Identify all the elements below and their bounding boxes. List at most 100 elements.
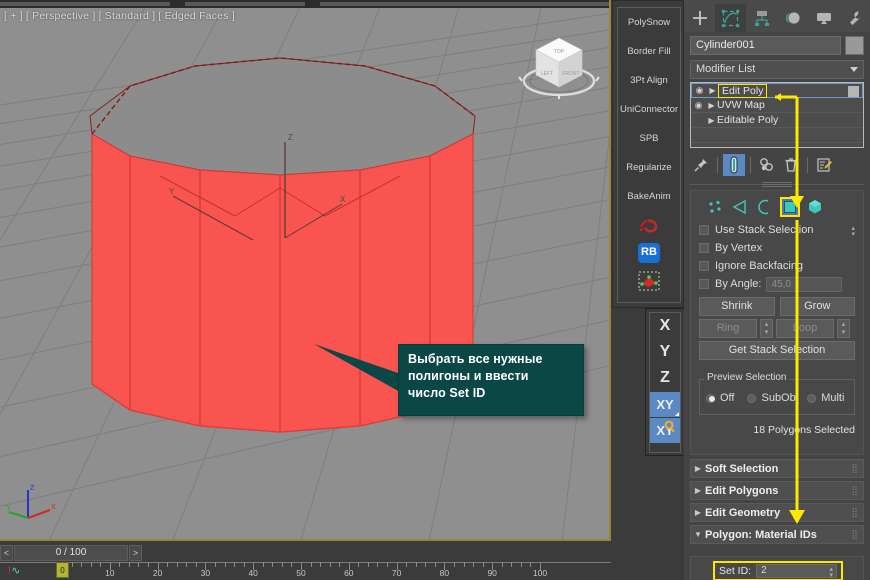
pin-stack-icon[interactable] [690,154,712,176]
script-button-3pt-align[interactable]: 3Pt Align [618,66,680,95]
eye-icon[interactable]: ◉ [692,85,707,96]
viewport-label[interactable]: [ + ] [ Perspective ] [ Standard ] [ Edg… [4,10,235,22]
transform-gizmo[interactable]: Z X [250,120,350,240]
loop-button[interactable]: Loop [776,319,834,338]
spinner-arrows-icon[interactable]: ▴ ▾ [851,225,855,238]
rollout-grip-icon[interactable]: ⣿ [851,463,858,474]
preview-multi-label: Multi [821,392,845,404]
object-color-swatch[interactable] [845,36,864,55]
grow-button[interactable]: Grow [779,297,855,316]
red-curve-icon[interactable] [618,211,680,239]
script-button-border-fill[interactable]: Border Fill [618,37,680,66]
plus-icon [692,11,707,25]
expand-triangle-icon[interactable]: ▶ [706,116,717,125]
axis-y-button[interactable]: Y [650,339,680,365]
ruler-tick [214,562,216,567]
ruler-tick [167,562,169,567]
rollout-polygon-material-ids[interactable]: ▼ Polygon: Material IDs ⣿ [690,525,864,544]
stack-row-edit-poly[interactable]: ◉ ▶ Edit Poly [691,83,863,98]
stack-row-editable-poly[interactable]: ▶ Editable Poly [691,113,863,128]
by-angle-field[interactable]: 45,0 [766,276,843,292]
border-level-icon[interactable] [755,197,775,217]
rollout-grip-icon[interactable]: ⣿ [851,485,858,496]
script-toolbar: PolySnow Border Fill 3Pt Align UniConnec… [612,0,684,308]
get-stack-selection-button[interactable]: Get Stack Selection [699,341,855,360]
polygon-level-icon[interactable] [780,197,800,217]
make-unique-icon[interactable] [756,154,778,176]
by-angle-checkbox[interactable] [699,279,709,289]
modify-tab[interactable] [715,4,746,32]
script-button-regularize[interactable]: Regularize [618,153,680,182]
loop-spinner[interactable]: ▴ ▾ [837,319,850,338]
current-frame-field[interactable]: 0 / 100 [14,544,128,561]
set-id-field[interactable]: 2 [756,564,837,578]
axis-x-button[interactable]: X [650,313,680,339]
by-vertex-row[interactable]: By Vertex [691,239,863,257]
modifier-list-dropdown[interactable]: Modifier List [690,60,864,79]
animation-mode-icon[interactable]: !∿ [8,564,20,577]
next-frame-button[interactable]: > [129,544,142,561]
axis-xy-key-button[interactable]: XY [650,418,680,443]
create-tab[interactable] [684,4,715,32]
ring-button[interactable]: Ring [699,319,757,338]
script-button-bakeanim[interactable]: BakeAnim [618,182,680,211]
prev-frame-button[interactable]: < [0,544,13,561]
expand-triangle-icon[interactable]: ▶ [707,86,718,95]
red-mesh-icon[interactable] [618,267,680,295]
set-id-spinner[interactable]: ▴ ▾ [829,566,833,579]
axis-xy-button[interactable]: XY [650,392,680,417]
utilities-tab[interactable] [839,4,870,32]
modifier-list-label: Modifier List [696,63,756,75]
script-button-spb[interactable]: SPB [618,124,680,153]
rollout-soft-selection[interactable]: ▶ Soft Selection ⣿ [690,459,864,478]
view-cube[interactable]: TOP LEFT FRONT [516,28,602,106]
rollout-grip-icon[interactable]: ⣿ [851,507,858,518]
panel-grip-handle[interactable] [762,182,792,187]
motion-tab[interactable] [777,4,808,32]
by-angle-row[interactable]: By Angle: 45,0 ▴ ▾ [691,225,863,293]
show-end-result-icon[interactable] [723,154,745,176]
eye-icon[interactable]: ◉ [691,100,706,111]
preview-off-radio[interactable] [706,393,715,403]
expand-triangle-icon[interactable]: ▶ [706,101,717,110]
shrink-button[interactable]: Shrink [699,297,775,316]
vertex-level-icon[interactable] [705,197,725,217]
by-vertex-checkbox[interactable] [699,243,709,253]
display-tab[interactable] [808,4,839,32]
chevron-right-icon: ▶ [694,464,702,473]
rollout-label-edit-polygons: Edit Polygons [705,484,779,497]
rb-badge-icon[interactable]: RB [618,239,680,267]
ruler-tick-label: 60 [344,568,354,578]
rollout-grip-icon[interactable]: ⣿ [851,529,858,540]
ring-spinner[interactable]: ▴ ▾ [760,319,773,338]
perspective-viewport[interactable]: Z X Y TOP LEFT FRONT Z X Y [+] [Persp… [0,0,611,541]
element-level-icon[interactable] [805,197,825,217]
stack-row-uvw-map[interactable]: ◉ ▶ UVW Map [691,98,863,113]
preview-subobj-radio[interactable] [747,393,757,403]
axis-z-button[interactable]: Z [650,365,680,391]
ignore-backfacing-row[interactable]: Ignore Backfacing [691,257,863,275]
script-button-polysnow[interactable]: PolySnow [618,8,680,37]
script-button-uniconnector[interactable]: UniConnector [618,95,680,124]
timeline-bar: < 0 / 100 > 10 20 30 40 50 60 70 80 90 100 !∿ 0 [0,543,611,580]
edge-level-icon[interactable] [730,197,750,217]
use-stack-selection-checkbox[interactable] [699,225,709,235]
hierarchy-tab[interactable] [746,4,777,32]
callout-text: Выбрать все нужные полигоны и ввести чис… [399,345,583,402]
viewcube-left-label: LEFT [541,71,553,77]
rollout-edit-polygons[interactable]: ▶ Edit Polygons ⣿ [690,481,864,500]
axis-floater-inner: X Y Z XY XY [649,312,681,453]
ruler-tick [138,562,140,567]
rollout-edit-geometry[interactable]: ▶ Edit Geometry ⣿ [690,503,864,522]
use-stack-selection-row[interactable]: Use Stack Selection [691,221,863,239]
ruler-tick-label: 100 [532,568,548,578]
object-name-field[interactable]: Cylinder001 [690,36,841,55]
configure-modifier-sets-icon[interactable] [813,154,835,176]
preview-multi-radio[interactable] [807,393,817,403]
remove-modifier-icon[interactable] [780,154,802,176]
time-ruler[interactable]: 10 20 30 40 50 60 70 80 90 100 [0,562,611,580]
ignore-backfacing-checkbox[interactable] [699,261,709,271]
time-slider[interactable]: 0 [56,562,69,578]
rb-badge-label: RB [638,243,660,263]
selection-rollout: Use Stack Selection By Vertex Ignore Bac… [690,190,864,455]
